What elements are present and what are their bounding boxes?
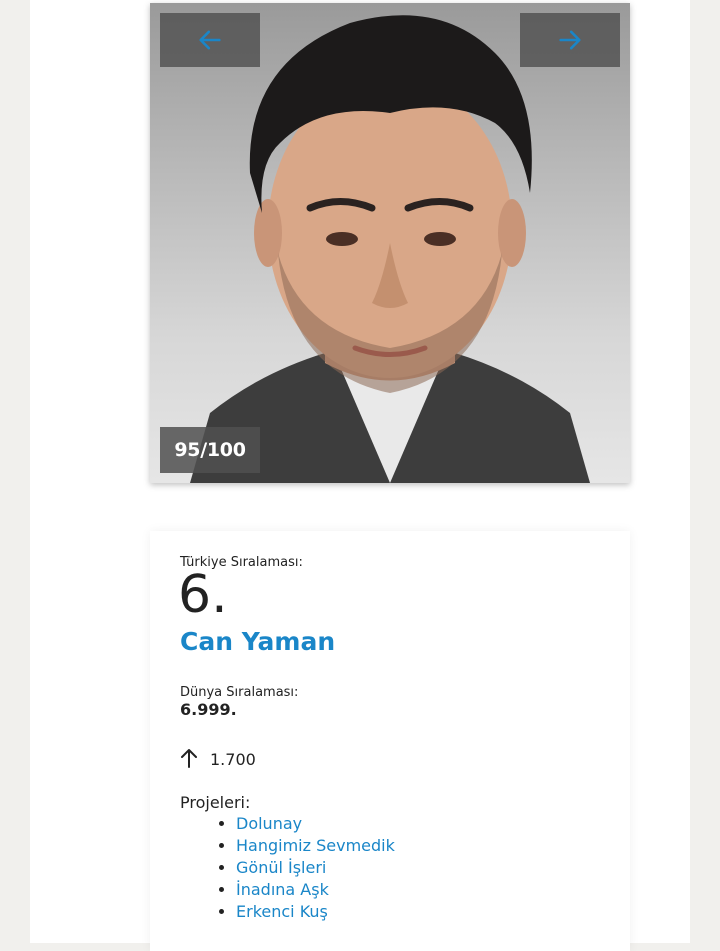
world-rank-value: 6.999.	[180, 700, 237, 719]
project-link[interactable]: Erkenci Kuş	[236, 902, 328, 921]
project-link[interactable]: İnadına Aşk	[236, 880, 329, 899]
photo-slider: 95/100	[150, 3, 630, 483]
projects-label: Projeleri:	[180, 793, 251, 812]
portrait-photo	[190, 15, 590, 483]
score-badge: 95/100	[160, 427, 260, 473]
rank-change: 1.700	[180, 746, 256, 769]
rank-change-value: 1.700	[210, 750, 256, 769]
celebrity-name-link[interactable]: Can Yaman	[180, 627, 335, 656]
projects-list: Dolunay Hangimiz Sevmedik Gönül İşleri İ…	[180, 813, 395, 923]
previous-button[interactable]	[160, 13, 260, 67]
project-link[interactable]: Gönül İşleri	[236, 858, 326, 877]
list-item: Hangimiz Sevmedik	[236, 835, 395, 857]
turkey-rank-value: 6.	[178, 565, 228, 625]
arrow-left-icon	[199, 30, 221, 50]
project-link[interactable]: Dolunay	[236, 814, 302, 833]
arrow-up-icon	[181, 748, 197, 768]
list-item: İnadına Aşk	[236, 879, 395, 901]
list-item: Erkenci Kuş	[236, 901, 395, 923]
list-item: Dolunay	[236, 813, 395, 835]
next-button[interactable]	[520, 13, 620, 67]
project-link[interactable]: Hangimiz Sevmedik	[236, 836, 395, 855]
profile-card: Türkiye Sıralaması: 6. Can Yaman Dünya S…	[150, 531, 630, 951]
page-container: 95/100 Türkiye Sıralaması: 6. Can Yaman …	[30, 0, 690, 951]
world-rank-label: Dünya Sıralaması:	[180, 685, 299, 700]
arrow-right-icon	[559, 30, 581, 50]
list-item: Gönül İşleri	[236, 857, 395, 879]
